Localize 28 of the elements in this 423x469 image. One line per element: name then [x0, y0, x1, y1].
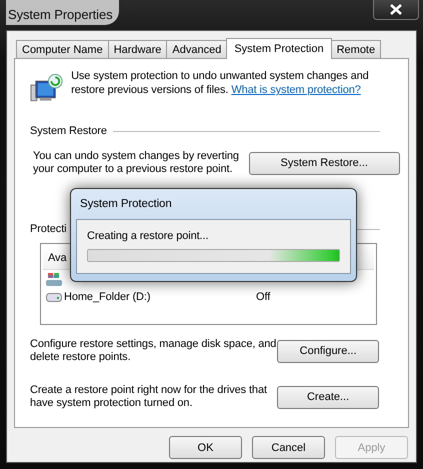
- configure-button[interactable]: Configure...: [277, 340, 379, 362]
- computer-restore-icon: [30, 73, 64, 103]
- tab[interactable]: Remote: [330, 40, 382, 58]
- tab[interactable]: Advanced: [166, 40, 228, 58]
- protection-status: Off: [256, 291, 270, 303]
- description-text: Configure restore settings, manage disk space, and delete restore points.: [30, 338, 278, 364]
- tab[interactable]: System Protection: [226, 38, 332, 59]
- description-text: Create a restore point right now for the drives that have system protection turned on.: [30, 384, 268, 410]
- window-title: System Properties: [6, 0, 119, 25]
- drive-icon: [46, 292, 62, 302]
- progress-message: Creating a restore point...: [87, 230, 210, 242]
- intro-text: Use system protection to undo unwanted system changes and restore previous versions of files. What is system protection?: [71, 69, 370, 97]
- help-link[interactable]: What is system protection?: [231, 84, 361, 96]
- description-text: You can undo system changes by reverting your computer to a previous restore point.: [33, 150, 240, 176]
- system-drive-icon: [46, 272, 62, 286]
- section-heading: System Restore: [30, 125, 107, 137]
- drive-name: Home_Folder (D:): [64, 291, 152, 303]
- close-button[interactable]: [373, 0, 419, 20]
- dialog-button[interactable]: OK: [169, 436, 242, 459]
- tab[interactable]: Hardware: [108, 40, 168, 58]
- tab[interactable]: Computer Name: [16, 40, 109, 58]
- column-heading: Ava: [48, 252, 66, 264]
- system-restore-button[interactable]: System Restore...: [248, 152, 400, 174]
- dialog-title: System Protection: [79, 197, 173, 212]
- close-icon: [390, 4, 402, 15]
- create-button[interactable]: Create...: [277, 386, 379, 408]
- dialog-button[interactable]: Cancel: [252, 436, 325, 459]
- section-heading: Protecti: [30, 223, 66, 235]
